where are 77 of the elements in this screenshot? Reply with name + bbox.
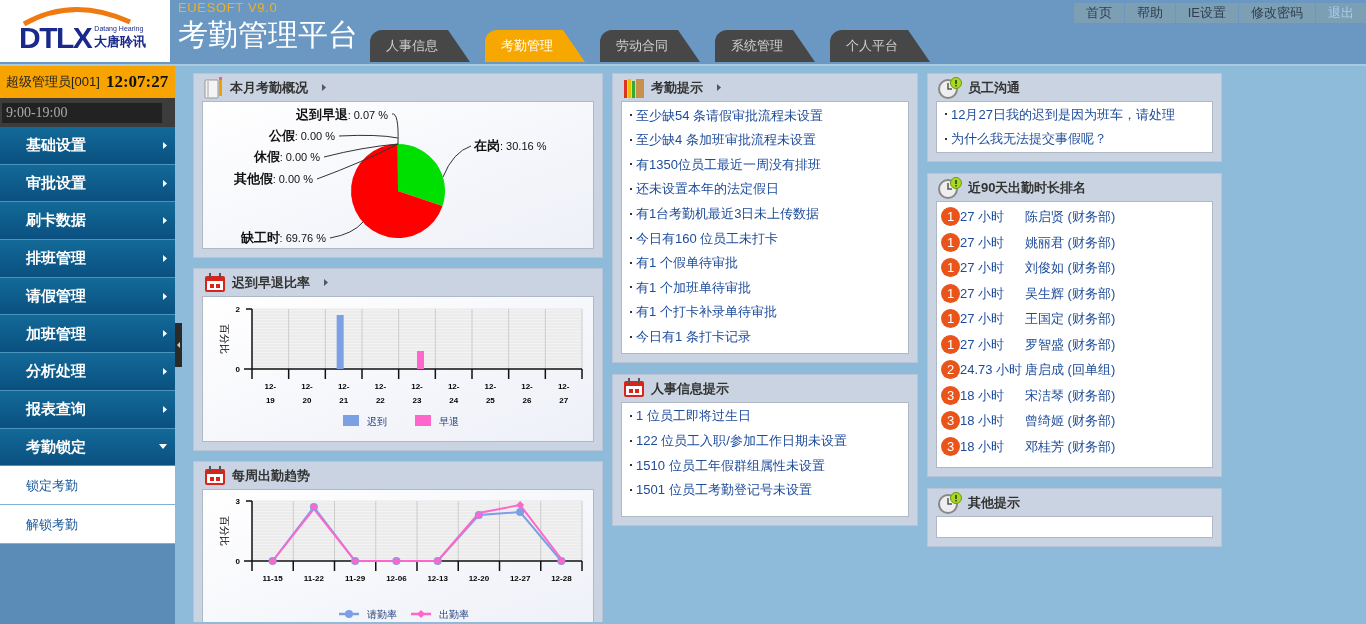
hours-text: 27 小时 bbox=[960, 310, 1006, 329]
rank-badge: 3 bbox=[941, 385, 960, 405]
tick-label: 0 bbox=[235, 365, 240, 374]
panel-title: 每周出勤趋势 bbox=[232, 466, 310, 485]
menu-label: 基础设置 bbox=[26, 135, 86, 156]
panel-title: 近90天出勤时长排名 bbox=[968, 178, 1087, 197]
pie-label: 缺工时: 69.76 % bbox=[240, 230, 326, 245]
pie-label: 其他假: 0.00 % bbox=[233, 171, 313, 186]
tick-label: 12-26 bbox=[521, 382, 533, 405]
legend-label: 迟到 bbox=[367, 416, 387, 427]
panel-title: 本月考勤概况 bbox=[230, 78, 308, 97]
legend-label: 早退 bbox=[439, 416, 459, 427]
rank-badge: 1 bbox=[941, 207, 960, 227]
menu-label: 请假管理 bbox=[26, 285, 86, 306]
tick-label: 12-06 bbox=[386, 574, 407, 583]
tick-label: 12-13 bbox=[427, 574, 448, 583]
panel-title: 考勤提示 bbox=[651, 78, 703, 97]
hours-text: 18 小时 bbox=[960, 412, 1006, 431]
tick-label: 12-22 bbox=[374, 382, 387, 405]
menu-label: 考勤锁定 bbox=[26, 436, 86, 457]
tick-label: 12-20 bbox=[301, 382, 313, 405]
shift-field: 9:00-19:00 bbox=[2, 102, 162, 123]
tick-label: 12-19 bbox=[264, 382, 277, 405]
menu-label: 排班管理 bbox=[26, 248, 86, 269]
legend-label: 出勤率 bbox=[439, 609, 469, 620]
pie-label: 公假: 0.00 % bbox=[268, 128, 335, 143]
hours-text: 27 小时 bbox=[960, 284, 1006, 303]
hours-text: 24.73 小时 bbox=[960, 361, 1024, 380]
rank-badge: 3 bbox=[941, 411, 960, 431]
hours-text: 27 小时 bbox=[960, 335, 1006, 354]
panel-title: 员工沟通 bbox=[968, 78, 1020, 97]
logo-chinese: 大唐聆讯 bbox=[94, 34, 147, 50]
tick-label: 2 bbox=[235, 305, 240, 314]
panel-title: 其他提示 bbox=[968, 493, 1020, 512]
tick-label: 11-15 bbox=[262, 574, 283, 583]
version-label: EUESOFT V9.0 bbox=[178, 0, 278, 15]
rank-badge: 1 bbox=[941, 232, 960, 252]
app-title: 考勤管理平台 bbox=[178, 17, 358, 53]
axis-title: 百分比 bbox=[219, 324, 230, 354]
tick-label: 11-22 bbox=[303, 574, 324, 583]
legend-label: 请勤率 bbox=[367, 609, 397, 620]
pie-label: 休假: 0.00 % bbox=[253, 149, 320, 164]
menu-label: 报表查询 bbox=[26, 398, 86, 419]
clock-time: 12:07:27 bbox=[105, 71, 169, 94]
tick-label: 12-21 bbox=[337, 382, 350, 405]
pie-label: 在岗: 30.16 % bbox=[474, 138, 547, 153]
hours-text: 27 小时 bbox=[960, 259, 1006, 278]
hours-text: 27 小时 bbox=[960, 233, 1006, 252]
panel-title: 迟到早退比率 bbox=[232, 273, 310, 292]
menu-label: 刷卡数据 bbox=[26, 210, 86, 231]
tick-label: 12-27 bbox=[557, 382, 570, 405]
rank-badge: 1 bbox=[941, 309, 960, 329]
rank-badge: 3 bbox=[941, 436, 960, 456]
rank-badge: 1 bbox=[941, 283, 960, 303]
hours-text: 18 小时 bbox=[960, 437, 1006, 456]
tick-label: 0 bbox=[235, 557, 240, 566]
hours-text: 18 小时 bbox=[960, 386, 1006, 405]
panel-title: 人事信息提示 bbox=[651, 379, 729, 398]
user-name: 超级管理员[001] bbox=[6, 73, 100, 92]
tick-label: 12-27 bbox=[509, 574, 531, 583]
tick-label: 12-28 bbox=[551, 574, 572, 583]
axis-title: 百分比 bbox=[219, 516, 230, 546]
menu-label: 分析处理 bbox=[26, 361, 86, 382]
tick-label: 12-24 bbox=[447, 382, 460, 405]
menu-label: 审批设置 bbox=[26, 172, 86, 193]
tick-label: 11-29 bbox=[345, 574, 366, 583]
tick-label: 12-20 bbox=[468, 574, 490, 583]
menu-label: 加班管理 bbox=[26, 323, 86, 344]
logo-mark: DTLX bbox=[19, 23, 92, 53]
hours-text: 27 小时 bbox=[960, 208, 1006, 227]
tick-label: 12-23 bbox=[411, 382, 423, 405]
rank-badge: 1 bbox=[941, 258, 960, 278]
tick-label: 12-25 bbox=[484, 382, 497, 405]
pie-label: 迟到早退: 0.07 % bbox=[295, 107, 388, 122]
rank-badge: 1 bbox=[941, 334, 960, 354]
rank-badge: 2 bbox=[941, 360, 960, 380]
tick-label: 3 bbox=[235, 497, 240, 506]
